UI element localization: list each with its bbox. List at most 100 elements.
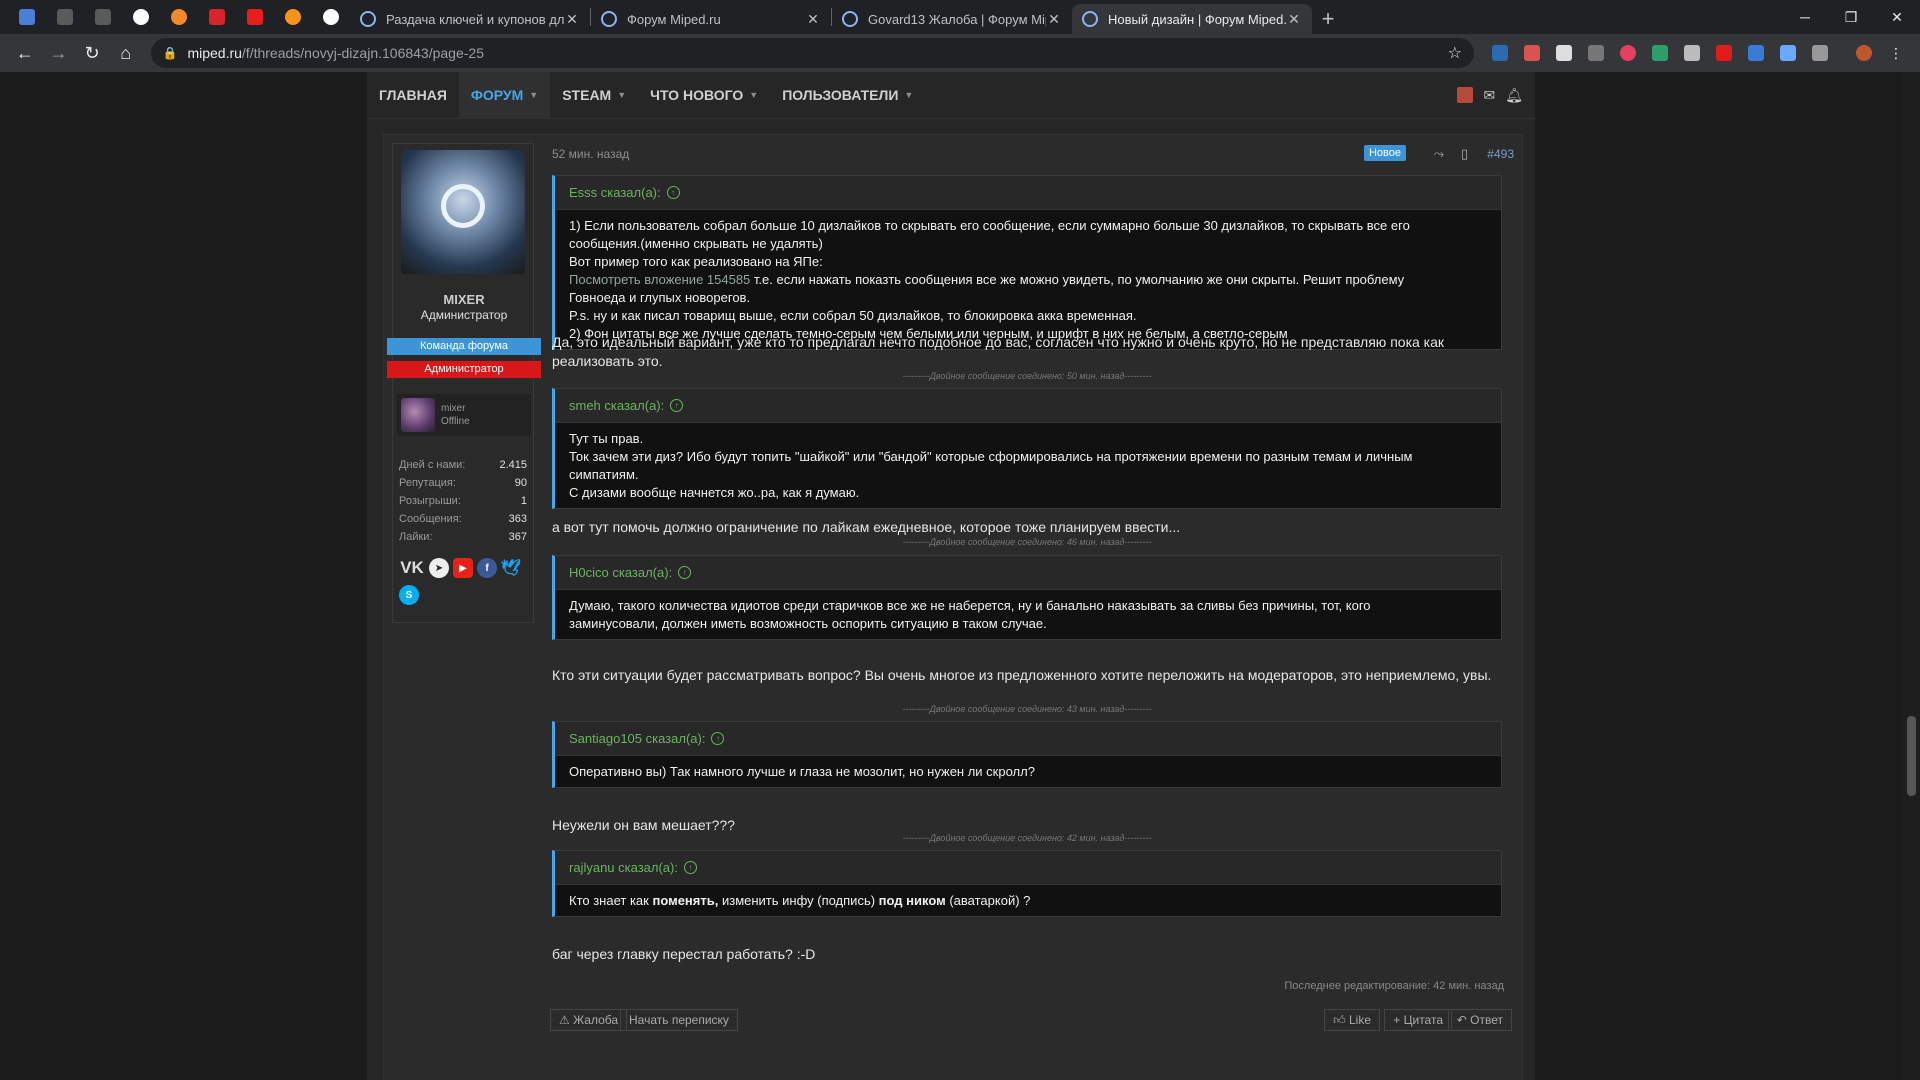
profile-avatar-icon[interactable] — [1856, 45, 1872, 61]
like-button[interactable]: 👍︎ Like — [1324, 1009, 1380, 1031]
pinned-tab[interactable] — [160, 0, 198, 34]
quote-author[interactable]: Esss сказал(а): — [569, 185, 661, 200]
forward-arrow-icon[interactable]: → — [42, 36, 76, 70]
extension-icon[interactable] — [1652, 45, 1668, 61]
bell-icon[interactable]: 🔔︎ — [1505, 87, 1523, 104]
tab-favicon-icon — [1082, 11, 1098, 27]
attachment-link[interactable]: Посмотреть вложение 154585 — [569, 272, 750, 287]
extension-icon[interactable] — [1716, 45, 1732, 61]
vk-icon[interactable]: VK — [399, 558, 425, 578]
reload-icon[interactable]: ↻ — [75, 36, 109, 70]
chevron-down-icon[interactable]: ▼ — [529, 90, 538, 100]
close-icon[interactable]: ✕ — [1286, 11, 1302, 28]
browser-tab-active[interactable]: Новый дизайн | Форум Miped.ru ✕ — [1072, 4, 1312, 34]
nav-home[interactable]: ГЛАВНАЯ — [367, 72, 459, 119]
twitter-icon[interactable]: 🕊︎ — [501, 558, 521, 578]
envelope-icon[interactable]: ✉ — [1483, 87, 1495, 104]
pinned-tab[interactable] — [274, 0, 312, 34]
close-window-icon[interactable]: ✕ — [1874, 0, 1920, 34]
chevron-down-icon[interactable]: ▼ — [904, 90, 913, 100]
extension-icon[interactable] — [1780, 45, 1796, 61]
back-arrow-icon[interactable]: ← — [8, 36, 42, 70]
new-tab-button[interactable]: + — [1312, 4, 1344, 34]
arrow-up-icon[interactable]: ↑ — [670, 399, 684, 412]
quote-line: Думаю, такого количества идиотов среди с… — [569, 598, 1371, 613]
extension-icon[interactable] — [1524, 45, 1540, 61]
post-time[interactable]: 52 мин. назад — [552, 147, 629, 161]
mini-avatar[interactable] — [401, 398, 435, 432]
pinned-tab[interactable] — [236, 0, 274, 34]
facebook-icon[interactable]: f — [477, 558, 497, 578]
share-icon[interactable]: ⤳ — [1434, 146, 1444, 162]
extension-icon[interactable] — [1588, 45, 1604, 61]
bookmark-star-icon[interactable]: ☆ — [1448, 43, 1462, 63]
youtube-icon[interactable]: ▶ — [453, 558, 473, 578]
post-number[interactable]: #493 — [1487, 147, 1514, 161]
quote-header[interactable]: Santiago105 сказал(а): ↑ — [555, 722, 1501, 756]
pinned-tab[interactable] — [312, 0, 350, 34]
pinned-tab[interactable] — [84, 0, 122, 34]
minimize-icon[interactable]: ─ — [1782, 0, 1828, 34]
pinned-tab[interactable] — [198, 0, 236, 34]
quote-header[interactable]: H0cico сказал(а): ↑ — [555, 556, 1501, 590]
arrow-up-icon[interactable]: ↑ — [711, 732, 725, 745]
telegram-icon[interactable]: ➤ — [429, 558, 449, 578]
extension-icon[interactable] — [1812, 45, 1828, 61]
nav-forum[interactable]: ФОРУМ ▼ — [458, 72, 551, 119]
extension-icon[interactable] — [1556, 45, 1572, 61]
pinned-tab[interactable] — [122, 0, 160, 34]
reply-button[interactable]: ↶ Ответ — [1447, 1009, 1512, 1031]
forum-container: ГЛАВНАЯ ФОРУМ ▼ STEAM ▼ ЧТО НОВОГО ▼ ПОЛЬЗО… — [367, 72, 1535, 1080]
home-icon[interactable]: ⌂ — [109, 36, 143, 70]
close-icon[interactable]: ✕ — [564, 11, 580, 28]
extension-icon[interactable] — [1492, 45, 1508, 61]
lock-icon[interactable]: 🔒 — [163, 46, 178, 60]
quote-author[interactable]: H0cico сказал(а): — [569, 565, 672, 580]
quote-author[interactable]: smeh сказал(а): — [569, 398, 664, 413]
restore-icon[interactable]: ❐ — [1828, 0, 1874, 34]
stat-value: 90 — [514, 477, 527, 489]
nav-whats-new[interactable]: ЧТО НОВОГО ▼ — [638, 72, 770, 119]
report-button[interactable]: ⚠ Жалоба — [550, 1009, 628, 1031]
stat-label: Репутация: — [399, 477, 456, 489]
arrow-up-icon[interactable]: ↑ — [683, 861, 697, 874]
quote-line: Оперативно вы) Так намного лучше и глаза… — [569, 764, 1035, 779]
nav-steam[interactable]: STEAM ▼ — [550, 72, 638, 119]
pinned-tab[interactable] — [46, 0, 84, 34]
browser-tab[interactable]: Раздача ключей и купонов для ✕ — [350, 4, 590, 34]
extension-icon[interactable] — [1748, 45, 1764, 61]
avatar[interactable] — [401, 150, 525, 274]
quote-author[interactable]: Santiago105 сказал(а): — [569, 731, 705, 746]
extension-icon[interactable] — [1620, 45, 1636, 61]
browser-tab[interactable]: Форум Miped.ru ✕ — [591, 4, 831, 34]
address-bar[interactable]: 🔒 miped.ru/f/threads/novyj-dizajn.106843… — [150, 38, 1474, 68]
close-icon[interactable]: ✕ — [1046, 11, 1062, 28]
arrow-up-icon[interactable]: ↑ — [666, 186, 680, 199]
close-icon[interactable]: ✕ — [805, 11, 821, 28]
quote-button[interactable]: + Цитата — [1384, 1009, 1452, 1031]
extension-icon[interactable] — [1684, 45, 1700, 61]
pinned-tab[interactable] — [8, 0, 46, 34]
quote-header[interactable]: Esss сказал(а): ↑ — [555, 176, 1501, 210]
user-name[interactable]: MIXER — [393, 292, 535, 307]
chevron-down-icon[interactable]: ▼ — [749, 90, 758, 100]
quote-line: Вот пример того как реализовано на ЯПе: — [569, 254, 823, 269]
nav-members[interactable]: ПОЛЬЗОВАТЕЛИ ▼ — [770, 72, 925, 119]
menu-kebab-icon[interactable]: ⋮ — [1888, 45, 1904, 61]
page-scrollbar[interactable] — [1903, 72, 1920, 1080]
start-conversation-button[interactable]: Начать переписку — [620, 1009, 738, 1031]
skype-icon[interactable]: S — [399, 585, 419, 605]
post-paragraph: баг через главку перестал работать? :-D — [552, 946, 816, 962]
quote-author[interactable]: rajlyanu сказал(а): — [569, 860, 678, 875]
post-paragraph: Кто эти ситуации будет рассматривать воп… — [552, 667, 1492, 683]
chevron-down-icon[interactable]: ▼ — [617, 90, 626, 100]
pinned-tabs — [0, 0, 350, 34]
scrollbar-thumb[interactable] — [1907, 716, 1916, 796]
user-mini-profile[interactable]: mixer Offline — [397, 394, 531, 436]
browser-tab[interactable]: Govard13 Жалоба | Форум Mipe ✕ — [832, 4, 1072, 34]
arrow-up-icon[interactable]: ↑ — [678, 566, 692, 579]
quote-header[interactable]: rajlyanu сказал(а): ↑ — [555, 851, 1501, 885]
quote-header[interactable]: smeh сказал(а): ↑ — [555, 389, 1501, 423]
user-avatar-icon[interactable] — [1457, 87, 1474, 103]
bookmark-icon[interactable]: ▯ — [1461, 146, 1468, 162]
